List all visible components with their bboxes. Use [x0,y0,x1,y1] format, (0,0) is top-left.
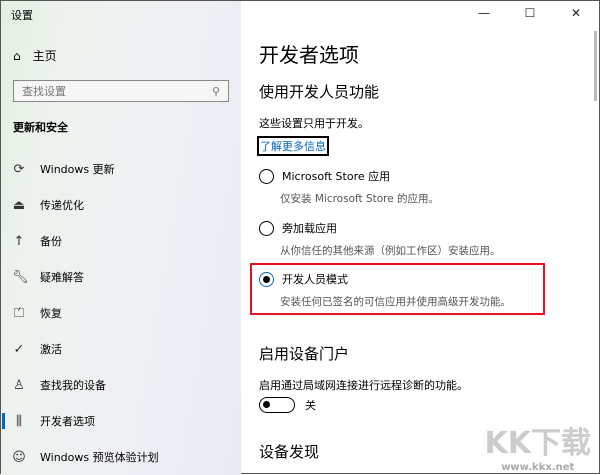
radio-label: 开发人员模式 [282,273,348,286]
developer-icon: ⫼ [16,413,22,429]
radio-sideload[interactable]: 旁加载应用 [259,220,337,236]
sidebar-item-find-device[interactable]: ♙ 查找我的设备 [1,370,241,400]
radio-circle[interactable] [259,220,274,236]
search-icon[interactable]: ⚲ [212,85,220,98]
sidebar-item-delivery[interactable]: ⏏ 传递优化 [1,190,241,220]
sidebar-item-recovery[interactable]: ⏍ 恢复 [1,298,241,328]
learn-more-link[interactable]: 了解更多信息 [257,136,329,156]
radio-circle[interactable] [259,168,274,184]
radio-desc: 从你信任的其他来源（例如工作区）安装应用。 [280,245,501,257]
home-label: 主页 [32,49,57,63]
sidebar-item-windows-update[interactable]: ⟳ Windows 更新 [1,154,241,184]
recovery-icon: ⏍ [14,305,24,321]
portal-desc: 启用通过局域网连接进行远程诊断的功能。 [259,379,468,392]
sidebar: 设置 ⌂ 主页 ⚲ 更新和安全 ⟳ Windows 更新 ⏏ 传递优化 ↑ 备份 🔧︎ 疑… [1,1,241,475]
device-portal-toggle[interactable]: 关 [259,397,316,413]
radio-circle-selected[interactable] [259,271,274,287]
main-content: — ☐ ✕ 开发者选项 使用开发人员功能 这些设置只用于开发。 了解更多信息 M… [241,1,599,475]
sidebar-item-developer[interactable]: ⫼ 开发者选项 [1,406,241,436]
search-input[interactable] [22,84,192,98]
radio-desc: 安装任何已签名的可信应用并使用高级开发功能。 [280,296,511,308]
nav-label: 传递优化 [40,199,84,212]
section-device-portal: 启用设备门户 [259,345,350,363]
section-developer-features: 使用开发人员功能 [259,83,380,101]
nav-label: 恢复 [40,307,62,320]
cat-icon: ☺ [12,449,26,465]
note-text: 这些设置只用于开发。 [259,117,369,130]
toggle-state: 关 [305,399,316,412]
nav-label: 查找我的设备 [40,379,106,392]
section-device-discovery: 设备发现 [259,443,320,461]
home-icon: ⌂ [13,48,21,63]
sidebar-item-backup[interactable]: ↑ 备份 [1,226,241,256]
check-circle-icon: ✓ [13,341,25,357]
radio-label: 旁加载应用 [282,222,337,235]
upload-arrow-icon: ↑ [13,233,25,249]
nav-label: Windows 更新 [40,163,115,176]
nav-label: 疑难解答 [40,271,84,284]
settings-window: 设置 ⌂ 主页 ⚲ 更新和安全 ⟳ Windows 更新 ⏏ 传递优化 ↑ 备份 🔧︎ 疑… [0,0,600,475]
sidebar-item-troubleshoot[interactable]: 🔧︎ 疑难解答 [1,262,241,292]
page-title: 开发者选项 [259,43,359,67]
search-box[interactable]: ⚲ [13,80,229,102]
radio-developer-mode[interactable]: 开发人员模式 [259,271,348,287]
nav-label: 激活 [40,343,62,356]
watermark-logo: KK下载 www.kkx.net [484,426,592,473]
minimize-button[interactable]: — [461,1,507,25]
sidebar-item-activation[interactable]: ✓ 激活 [1,334,241,364]
delivery-icon: ⏏ [12,197,26,213]
radio-desc: 仅安装 Microsoft Store 的应用。 [280,193,440,205]
window-title: 设置 [11,9,33,22]
section-heading: 更新和安全 [13,121,68,134]
radio-label: Microsoft Store 应用 [282,170,391,183]
radio-store-apps[interactable]: Microsoft Store 应用 [259,168,390,184]
nav-label: Windows 预览体验计划 [40,451,159,464]
maximize-button[interactable]: ☐ [507,1,553,25]
person-pin-icon: ♙ [13,377,25,393]
nav-label: 开发者选项 [40,415,95,428]
nav-label: 备份 [40,235,62,248]
sidebar-item-insider[interactable]: ☺ Windows 预览体验计划 [1,442,241,472]
toggle-switch[interactable] [259,397,295,413]
close-button[interactable]: ✕ [553,1,599,25]
scrollbar[interactable] [594,31,597,101]
wrench-icon: 🔧︎ [12,269,29,285]
refresh-icon: ⟳ [13,161,25,177]
sidebar-home[interactable]: ⌂ 主页 [13,47,57,64]
